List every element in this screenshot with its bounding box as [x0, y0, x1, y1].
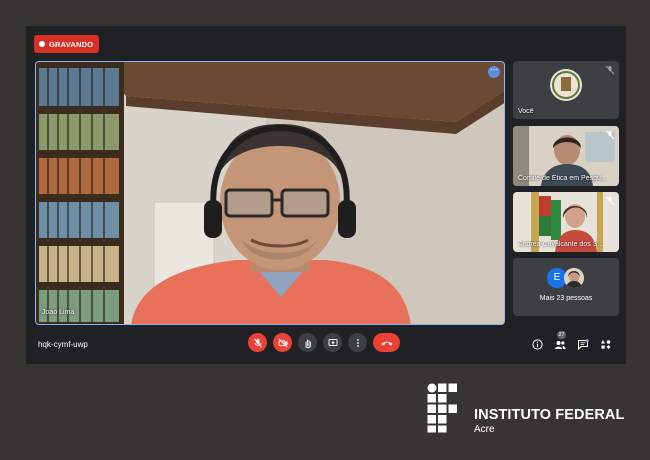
- mic-muted-icon: [605, 130, 615, 140]
- record-dot-icon: [39, 41, 45, 47]
- more-people-label: Mais 23 pessoas: [539, 295, 593, 302]
- mic-muted-icon: [605, 196, 615, 206]
- more-people-tile[interactable]: E Mais 23 pessoas: [513, 258, 619, 316]
- main-participant-name: Joao Lima: [42, 309, 75, 316]
- present-icon: [328, 338, 337, 346]
- meet-window: GRAVANDO ⋯ Joao Lima Você Comitê de Étic…: [26, 26, 626, 364]
- main-video-tile[interactable]: ⋯ Joao Lima: [35, 61, 505, 325]
- participant-tile-andrea[interactable]: Andrea Cavalcante dos S...: [513, 192, 619, 252]
- participant-label-you: Você: [518, 108, 534, 115]
- raise-hand-button[interactable]: [298, 333, 317, 352]
- camera-off-icon: [278, 338, 287, 347]
- instituto-federal-logo: [427, 383, 457, 433]
- hand-icon: [305, 339, 311, 348]
- avatar: [564, 268, 584, 288]
- participant-label-comite: Comitê de Ética em Pesqu...: [518, 175, 607, 182]
- more-options-button[interactable]: [348, 333, 367, 352]
- more-people-avatars: E: [547, 268, 587, 290]
- mic-off-icon: [253, 338, 262, 347]
- participant-label-andrea: Andrea Cavalcante dos S...: [518, 241, 604, 248]
- main-video-image: [36, 62, 504, 324]
- logo-subtitle: Acre: [474, 424, 495, 435]
- phone-hangup-icon: [381, 341, 392, 345]
- more-vertical-icon: [356, 338, 359, 347]
- participant-tile-comite[interactable]: Comitê de Ética em Pesqu...: [513, 126, 619, 186]
- mic-muted-icon: [605, 65, 615, 75]
- activities-button[interactable]: [599, 337, 613, 351]
- camera-off-button[interactable]: [273, 333, 292, 352]
- chat-icon: [578, 338, 589, 350]
- mic-off-button[interactable]: [248, 333, 267, 352]
- shapes-icon: [601, 339, 611, 349]
- people-count-badge: 27: [557, 331, 566, 339]
- leave-call-button[interactable]: [373, 333, 400, 352]
- meeting-details-button[interactable]: [530, 337, 544, 351]
- main-more-options-icon[interactable]: ⋯: [488, 66, 500, 78]
- people-icon: [555, 340, 566, 349]
- meeting-code: hqk-cymf-uwp: [38, 340, 88, 349]
- info-icon: [531, 338, 543, 350]
- present-button[interactable]: [323, 333, 342, 352]
- recording-badge: GRAVANDO: [34, 35, 100, 53]
- recording-label: GRAVANDO: [49, 39, 94, 49]
- logo-title: INSTITUTO FEDERAL: [474, 407, 625, 423]
- people-button[interactable]: 27: [553, 331, 567, 351]
- participant-tile-you[interactable]: Você: [513, 61, 619, 119]
- meeting-control-bar: hqk-cymf-uwp 27: [26, 326, 626, 364]
- chat-button[interactable]: [576, 337, 590, 351]
